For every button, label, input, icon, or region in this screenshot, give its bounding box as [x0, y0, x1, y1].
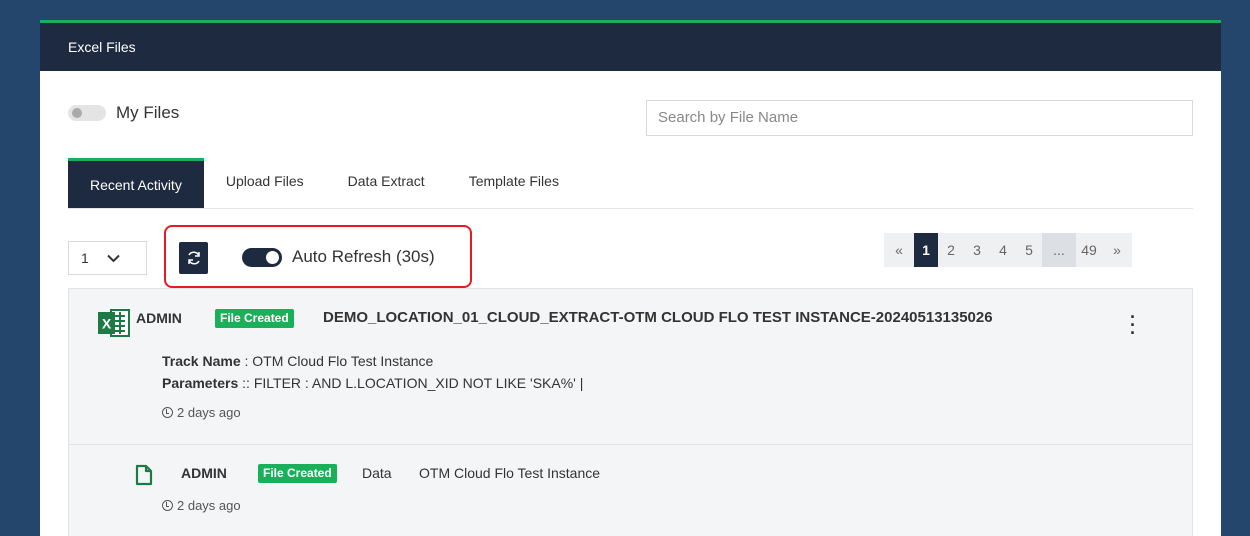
toggle-knob	[266, 250, 279, 264]
toggle-knob	[72, 108, 82, 118]
excel-icon-letter: X	[102, 316, 112, 332]
tab-data-extract[interactable]: Data Extract	[326, 158, 447, 208]
status-badge: File Created	[215, 309, 294, 328]
tab-bar: Recent Activity Upload Files Data Extrac…	[68, 158, 1193, 209]
parameters-value: :: FILTER : AND L.LOCATION_XID NOT LIKE …	[242, 375, 584, 391]
pagination-page[interactable]: 1	[914, 233, 938, 267]
activity-item: ADMIN File Created Data OTM Cloud Flo Te…	[69, 445, 1192, 536]
panel-title: Excel Files	[40, 23, 1221, 71]
auto-refresh-toggle[interactable]	[242, 247, 282, 267]
track-name-value: : OTM Cloud Flo Test Instance	[244, 353, 434, 369]
pagination-ellipsis: ...	[1042, 233, 1076, 267]
file-icon	[135, 464, 153, 486]
excel-file-icon: X	[98, 309, 130, 337]
page-size-value: 1	[81, 250, 89, 266]
timestamp-text: 2 days ago	[177, 498, 241, 513]
file-name-link[interactable]: DEMO_LOCATION_01_CLOUD_EXTRACT-OTM CLOUD…	[323, 309, 993, 326]
pagination-page[interactable]: 5	[1016, 233, 1042, 267]
page-size-select[interactable]: 1	[68, 241, 147, 275]
status-badge: File Created	[258, 464, 337, 483]
activity-list: X ADMIN File Created DEMO_LOCATION_01_CL…	[68, 288, 1193, 536]
track-name-label: Track Name	[162, 353, 241, 369]
auto-refresh-label: Auto Refresh (30s)	[292, 247, 435, 266]
refresh-icon	[187, 251, 200, 265]
activity-timestamp: 2 days ago	[162, 498, 241, 513]
file-type: Data	[362, 465, 392, 481]
activity-timestamp: 2 days ago	[162, 405, 241, 420]
my-files-label: My Files	[116, 103, 180, 122]
pagination-page[interactable]: 2	[938, 233, 964, 267]
auto-refresh-control[interactable]: Auto Refresh (30s)	[242, 247, 435, 267]
my-files-toggle[interactable]	[68, 105, 106, 121]
clock-icon	[162, 407, 173, 418]
activity-user: ADMIN	[136, 310, 182, 326]
pagination-page[interactable]: 4	[990, 233, 1016, 267]
timestamp-text: 2 days ago	[177, 405, 241, 420]
excel-files-panel: Excel Files My Files Search by File Name…	[40, 20, 1221, 536]
clock-icon	[162, 500, 173, 511]
search-input[interactable]: Search by File Name	[646, 100, 1193, 136]
pagination-page[interactable]: 3	[964, 233, 990, 267]
pagination-prev[interactable]: «	[884, 233, 914, 267]
my-files-filter[interactable]: My Files	[68, 103, 179, 123]
tab-template-files[interactable]: Template Files	[447, 158, 581, 208]
tab-recent-activity[interactable]: Recent Activity	[68, 158, 204, 208]
refresh-button[interactable]	[179, 242, 208, 274]
pagination: « 1 2 3 4 5 ... 49 »	[884, 233, 1132, 267]
track-name: OTM Cloud Flo Test Instance	[419, 465, 601, 481]
tab-upload-files[interactable]: Upload Files	[204, 158, 326, 208]
activity-user: ADMIN	[181, 465, 227, 481]
track-name-line: Track Name : OTM Cloud Flo Test Instance	[162, 353, 433, 369]
parameters-label: Parameters	[162, 375, 239, 391]
parameters-line: Parameters :: FILTER : AND L.LOCATION_XI…	[162, 375, 583, 391]
activity-item: X ADMIN File Created DEMO_LOCATION_01_CL…	[69, 289, 1192, 445]
pagination-next[interactable]: »	[1102, 233, 1132, 267]
pagination-last-page[interactable]: 49	[1076, 233, 1102, 267]
more-options-icon[interactable]: · · ·	[1130, 308, 1136, 342]
chevron-down-icon	[107, 250, 120, 266]
